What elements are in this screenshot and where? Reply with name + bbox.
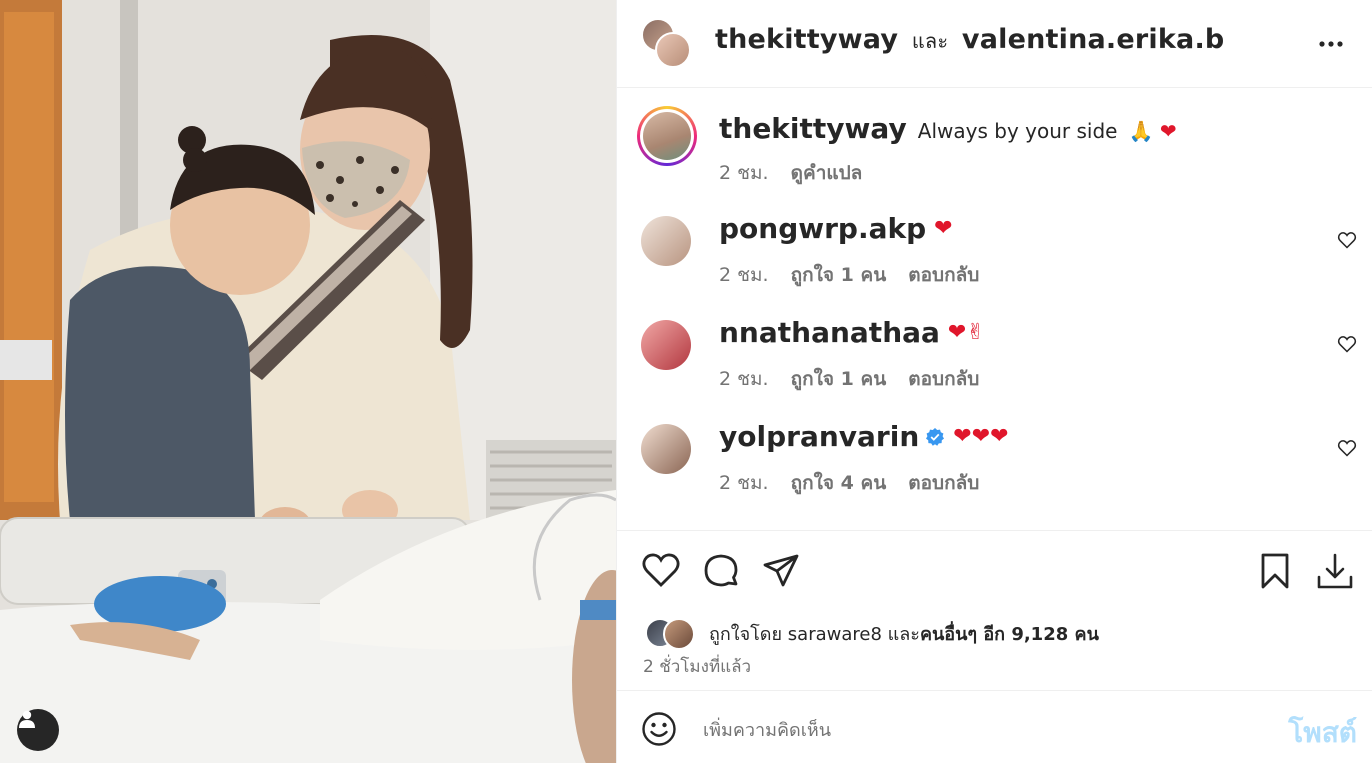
- likes-summary: ถูกใจโดย saraware8 และคนอื่นๆ อีก 9,128 …: [641, 617, 1099, 650]
- liker-avatars[interactable]: [641, 618, 701, 650]
- post-authors: thekittyway และ valentina.erika.b: [715, 24, 1224, 57]
- caption-emoji: 🙏 ❤: [1128, 119, 1177, 143]
- author-link-secondary[interactable]: valentina.erika.b: [962, 24, 1225, 55]
- caption: thekittyway Always by your side 🙏 ❤ 2 ชม…: [637, 106, 1357, 186]
- author-link-primary[interactable]: thekittyway: [715, 24, 898, 55]
- reply-button[interactable]: ตอบกลับ: [908, 472, 979, 494]
- more-options-button[interactable]: [1313, 30, 1349, 58]
- post-photo-illustration: [0, 0, 616, 763]
- user-tag-button[interactable]: [17, 709, 59, 751]
- comment-username[interactable]: yolpranvarin: [719, 420, 919, 453]
- comment-meta: 2 ชม. ถูกใจ 1 คน ตอบกลับ: [719, 364, 995, 394]
- other-likers-link[interactable]: คนอื่นๆ อีก 9,128 คน: [920, 624, 1099, 645]
- post-photo[interactable]: [0, 0, 616, 763]
- bookmark-icon[interactable]: [1255, 551, 1295, 591]
- post-comment-button[interactable]: โพสต์: [1288, 711, 1357, 755]
- comment-username[interactable]: nnathanathaa: [719, 316, 940, 349]
- comment-body: pongwrp.akp ❤: [719, 212, 953, 245]
- comment-time[interactable]: 2 ชม.: [719, 472, 769, 494]
- likes-joiner: และ: [887, 623, 920, 645]
- comments-section[interactable]: thekittyway Always by your side 🙏 ❤ 2 ชม…: [617, 88, 1372, 530]
- comment-text: ❤✌: [947, 320, 985, 345]
- more-horizontal-icon: [1319, 41, 1343, 47]
- comment-avatar[interactable]: [641, 424, 691, 474]
- caption-meta: 2 ชม. ดูคำแปล: [719, 158, 878, 188]
- comment-item: yolpranvarin ❤❤❤ 2 ชม. ถูกใจ 4 คน ตอบกลั…: [637, 420, 1357, 510]
- comment-item: nnathanathaa ❤✌ 2 ชม. ถูกใจ 1 คน ตอบกลับ: [637, 316, 1357, 406]
- avatar-secondary[interactable]: [655, 32, 691, 68]
- comment-text: ❤❤❤: [953, 424, 1009, 449]
- likes-prefix: ถูกใจโดย: [709, 623, 783, 645]
- caption-text: Always by your side: [917, 119, 1118, 143]
- comment-username[interactable]: pongwrp.akp: [719, 212, 926, 245]
- post-header: thekittyway และ valentina.erika.b: [617, 0, 1372, 88]
- comment-like-heart-icon[interactable]: [1337, 230, 1357, 250]
- comment-icon[interactable]: [701, 551, 741, 591]
- smile-icon[interactable]: [641, 711, 677, 747]
- comment-item: pongwrp.akp ❤ 2 ชม. ถูกใจ 1 คน ตอบกลับ: [637, 212, 1357, 302]
- comment-likes[interactable]: ถูกใจ 1 คน: [791, 264, 887, 286]
- collab-avatars[interactable]: [641, 18, 693, 70]
- comment-body: nnathanathaa ❤✌: [719, 316, 985, 349]
- first-liker-link[interactable]: saraware8: [788, 624, 882, 645]
- caption-time[interactable]: 2 ชม.: [719, 162, 769, 184]
- comment-composer: โพสต์: [617, 690, 1372, 763]
- post-actions: ถูกใจโดย saraware8 และคนอื่นๆ อีก 9,128 …: [617, 530, 1372, 690]
- avatar: [663, 618, 695, 650]
- author-conjunction: และ: [911, 29, 949, 53]
- comment-time[interactable]: 2 ชม.: [719, 264, 769, 286]
- caption-username[interactable]: thekittyway: [719, 112, 907, 145]
- comment-likes[interactable]: ถูกใจ 1 คน: [791, 368, 887, 390]
- download-icon[interactable]: [1315, 551, 1355, 591]
- comment-avatar[interactable]: [641, 216, 691, 266]
- comment-avatar[interactable]: [641, 320, 691, 370]
- post-detail-panel: thekittyway และ valentina.erika.b thekit…: [616, 0, 1372, 763]
- translate-link[interactable]: ดูคำแปล: [791, 162, 863, 184]
- comment-text: ❤: [934, 216, 953, 241]
- comment-likes[interactable]: ถูกใจ 4 คน: [791, 472, 887, 494]
- comment-meta: 2 ชม. ถูกใจ 4 คน ตอบกลับ: [719, 468, 995, 498]
- comment-input[interactable]: [703, 715, 1243, 745]
- heart-icon[interactable]: [641, 551, 681, 591]
- caption-body: thekittyway Always by your side 🙏 ❤: [719, 112, 1177, 145]
- post-timestamp[interactable]: 2 ชั่วโมงที่แล้ว: [643, 653, 751, 680]
- likes-text: ถูกใจโดย saraware8 และคนอื่นๆ อีก 9,128 …: [709, 619, 1099, 648]
- avatar: [643, 112, 691, 160]
- comment-meta: 2 ชม. ถูกใจ 1 คน ตอบกลับ: [719, 260, 995, 290]
- send-icon[interactable]: [761, 551, 801, 591]
- comment-like-heart-icon[interactable]: [1337, 438, 1357, 458]
- reply-button[interactable]: ตอบกลับ: [908, 264, 979, 286]
- story-ring-avatar[interactable]: [637, 106, 697, 166]
- comment-like-heart-icon[interactable]: [1337, 334, 1357, 354]
- comment-body: yolpranvarin ❤❤❤: [719, 420, 1009, 453]
- comment-time[interactable]: 2 ชม.: [719, 368, 769, 390]
- verified-badge-icon: [926, 427, 945, 446]
- reply-button[interactable]: ตอบกลับ: [908, 368, 979, 390]
- user-tag-icon: [19, 710, 35, 728]
